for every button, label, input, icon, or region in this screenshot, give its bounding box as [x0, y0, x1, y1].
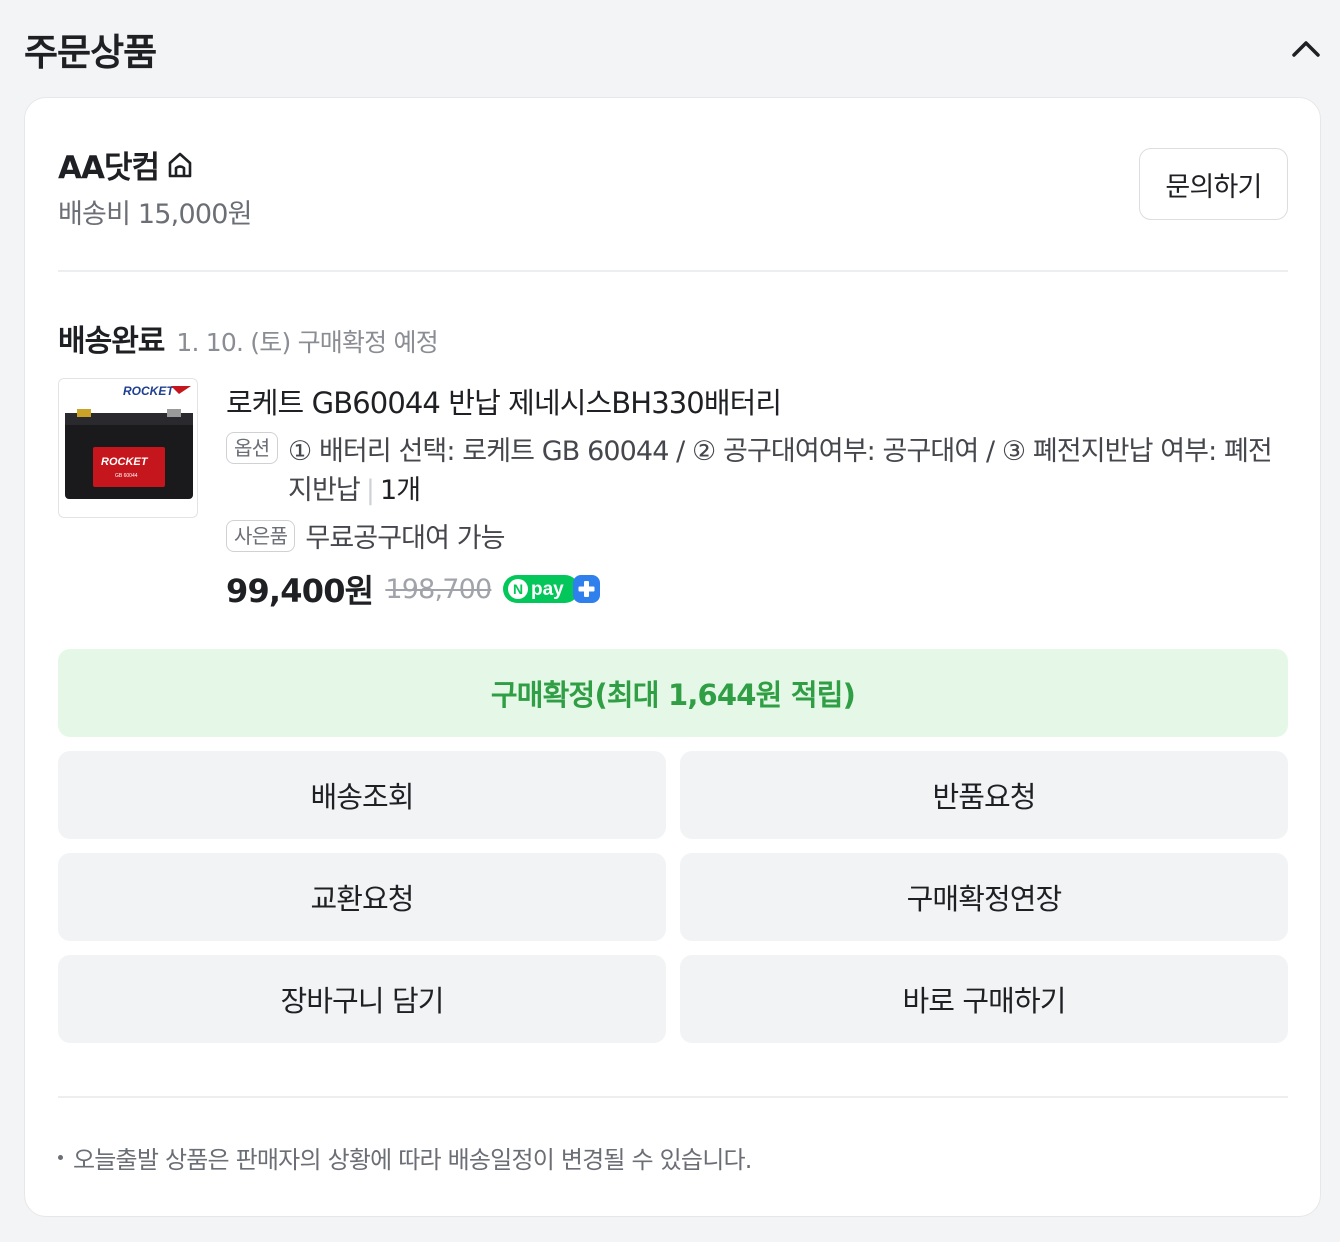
gift-text: 무료공구대여 가능 [305, 523, 505, 554]
quantity: 1개 [380, 475, 421, 506]
image-brand-label: ROCKET [123, 384, 175, 398]
image-model-label: GB 60044 [115, 473, 138, 479]
seller-link[interactable]: AA닷컴 [58, 142, 195, 187]
original-price: 198,700 [385, 573, 492, 605]
delivery-status: 배송완료 [58, 324, 165, 359]
purchase-confirm-button[interactable]: 구매확정(최대 1,644원 적립) [58, 649, 1288, 737]
inquiry-button[interactable]: 문의하기 [1139, 148, 1288, 220]
seller-name: AA닷컴 [58, 150, 160, 186]
buy-now-button[interactable]: 바로 구매하기 [680, 955, 1288, 1043]
product-name[interactable]: 로케트 GB60044 반납 제네시스BH330배터리 [226, 380, 1286, 422]
order-card: AA닷컴 배송비 15,000원 문의하기 배송완료 1. 10. (토) 구매… [24, 97, 1321, 1217]
gift-row: 사은품 무료공구대여 가능 [226, 516, 506, 555]
chevron-up-icon [1292, 41, 1320, 57]
confirm-schedule: 1. 10. (토) 구매확정 예정 [176, 328, 438, 357]
option-values: ① 배터리 선택: 로케트 GB 60044 / ② 공구대여여부: 공구대여 … [288, 436, 1273, 506]
divider [58, 1096, 1288, 1098]
notice-text: 오늘출발 상품은 판매자의 상황에 따라 배송일정이 변경될 수 있습니다. [73, 1146, 752, 1174]
section-title: 주문상품 [24, 31, 157, 74]
npay-label: pay [531, 579, 564, 600]
npay-plus-badge: N pay [503, 574, 601, 604]
home-icon [168, 152, 192, 177]
gift-tag: 사은품 [226, 519, 296, 552]
sale-price: 99,400원 [226, 572, 374, 610]
image-brand-label-front: ROCKET [101, 456, 149, 468]
track-delivery-button[interactable]: 배송조회 [58, 751, 666, 839]
option-tag: 옵션 [226, 432, 278, 464]
bullet-icon [58, 1155, 63, 1160]
separator: | [365, 475, 375, 506]
battery-image: ROCKET ROCKET GB 60044 [65, 384, 193, 499]
collapse-button[interactable] [1284, 26, 1328, 70]
price-row: 99,400원 198,700 N pay [226, 566, 601, 612]
product-thumbnail[interactable]: ROCKET ROCKET GB 60044 [58, 378, 198, 518]
npay-n-label: N [513, 581, 523, 597]
delivery-status-row: 배송완료 1. 10. (토) 구매확정 예정 [58, 316, 439, 360]
extend-confirm-button[interactable]: 구매확정연장 [680, 853, 1288, 941]
order-products-header: 주문상품 [0, 0, 1340, 96]
option-text: ① 배터리 선택: 로케트 GB 60044 / ② 공구대여여부: 공구대여 … [288, 432, 1291, 510]
notice: 오늘출발 상품은 판매자의 상황에 따라 배송일정이 변경될 수 있습니다. [58, 1140, 752, 1175]
shipping-fee: 배송비 15,000원 [58, 199, 252, 230]
return-request-button[interactable]: 반품요청 [680, 751, 1288, 839]
add-to-cart-button[interactable]: 장바구니 담기 [58, 955, 666, 1043]
divider [58, 270, 1288, 272]
exchange-request-button[interactable]: 교환요청 [58, 853, 666, 941]
